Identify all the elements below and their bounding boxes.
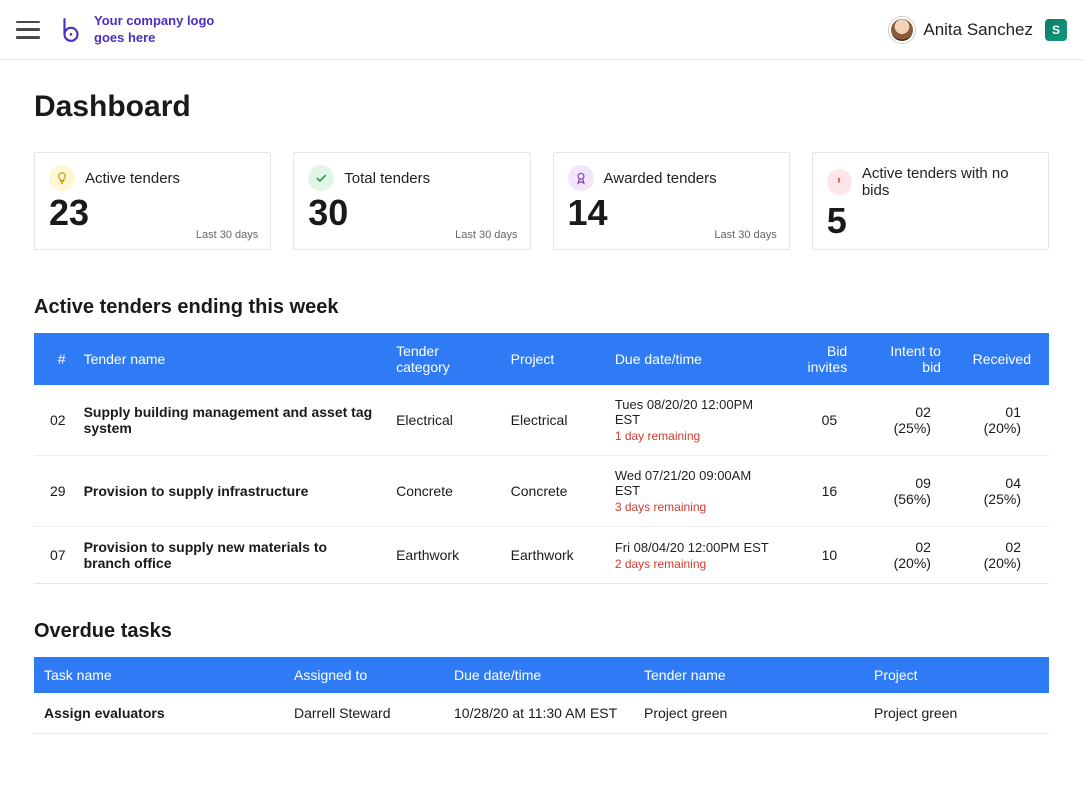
top-bar: Your company logo goes here Anita Sanche… — [0, 0, 1083, 60]
cell-cat: Earthwork — [386, 527, 501, 584]
cell-intent: 02 (25%) — [865, 385, 959, 456]
section-active-tenders: Active tenders ending this week — [34, 296, 1049, 319]
cell-due: Fri 08/04/20 12:00PM EST2 days remaining — [605, 527, 782, 584]
user-name[interactable]: Anita Sanchez — [923, 20, 1033, 40]
col-invites[interactable]: Bid invites — [782, 333, 865, 385]
cell-project: Earthwork — [501, 527, 605, 584]
table-row[interactable]: Assign evaluatorsDarrell Steward10/28/20… — [34, 693, 1049, 734]
card-sub: Last 30 days — [196, 229, 258, 241]
cell-tender: Project green — [634, 693, 864, 734]
card-value: 23 — [49, 195, 256, 231]
card-value: 14 — [568, 195, 775, 231]
cell-due: Wed 07/21/20 09:00AM EST3 days remaining — [605, 456, 782, 527]
card-label: Active tenders — [85, 170, 180, 187]
card-value: 30 — [308, 195, 515, 231]
cell-assigned: Darrell Steward — [284, 693, 444, 734]
menu-button[interactable] — [16, 21, 40, 39]
card-sub: Last 30 days — [455, 229, 517, 241]
alert-icon — [827, 169, 852, 195]
cell-invites: 10 — [782, 527, 865, 584]
col-name[interactable]: Tender name — [74, 333, 387, 385]
cell-received: 02 (20%) — [959, 527, 1049, 584]
table-row[interactable]: 02Supply building management and asset t… — [34, 385, 1049, 456]
cell-name: Supply building management and asset tag… — [74, 385, 387, 456]
cell-num: 02 — [34, 385, 74, 456]
cell-invites: 05 — [782, 385, 865, 456]
card-total-tenders[interactable]: Total tenders 30 Last 30 days — [293, 152, 530, 250]
lightbulb-icon — [49, 165, 75, 191]
col-assigned[interactable]: Assigned to — [284, 657, 444, 693]
table-row[interactable]: 07Provision to supply new materials to b… — [34, 527, 1049, 584]
col-due[interactable]: Due date/time — [444, 657, 634, 693]
cell-task: Assign evaluators — [34, 693, 284, 734]
overdue-tasks-table: Task name Assigned to Due date/time Tend… — [34, 657, 1049, 734]
card-active-tenders[interactable]: Active tenders 23 Last 30 days — [34, 152, 271, 250]
check-icon — [308, 165, 334, 191]
cell-received: 01 (20%) — [959, 385, 1049, 456]
table-row[interactable]: 29Provision to supply infrastructureConc… — [34, 456, 1049, 527]
cell-intent: 09 (56%) — [865, 456, 959, 527]
page-content: Dashboard Active tenders 23 Last 30 days… — [0, 60, 1083, 790]
section-overdue-tasks: Overdue tasks — [34, 620, 1049, 643]
award-icon — [568, 165, 594, 191]
cell-cat: Concrete — [386, 456, 501, 527]
sharepoint-icon[interactable]: S — [1045, 19, 1067, 41]
card-awarded-tenders[interactable]: Awarded tenders 14 Last 30 days — [553, 152, 790, 250]
cell-project: Electrical — [501, 385, 605, 456]
cell-num: 07 — [34, 527, 74, 584]
page-title: Dashboard — [34, 90, 1049, 124]
card-label: Total tenders — [344, 170, 430, 187]
col-cat[interactable]: Tender category — [386, 333, 501, 385]
col-num[interactable]: # — [34, 333, 74, 385]
cell-project: Project green — [864, 693, 1049, 734]
cell-project: Concrete — [501, 456, 605, 527]
logo-mark-icon — [58, 17, 84, 43]
avatar[interactable] — [889, 17, 915, 43]
col-project[interactable]: Project — [864, 657, 1049, 693]
cell-name: Provision to supply new materials to bra… — [74, 527, 387, 584]
cell-due: Tues 08/20/20 12:00PM EST1 day remaining — [605, 385, 782, 456]
col-project[interactable]: Project — [501, 333, 605, 385]
cell-intent: 02 (20%) — [865, 527, 959, 584]
card-label: Active tenders with no bids — [862, 165, 1034, 199]
cell-due: 10/28/20 at 11:30 AM EST — [444, 693, 634, 734]
logo[interactable]: Your company logo goes here — [58, 13, 214, 46]
table-header-row: Task name Assigned to Due date/time Tend… — [34, 657, 1049, 693]
stat-cards: Active tenders 23 Last 30 days Total ten… — [34, 152, 1049, 250]
cell-cat: Electrical — [386, 385, 501, 456]
col-task[interactable]: Task name — [34, 657, 284, 693]
active-tenders-table: # Tender name Tender category Project Du… — [34, 333, 1049, 584]
col-received[interactable]: Received — [959, 333, 1049, 385]
cell-invites: 16 — [782, 456, 865, 527]
logo-text: Your company logo goes here — [94, 13, 214, 46]
col-intent[interactable]: Intent to bid — [865, 333, 959, 385]
card-label: Awarded tenders — [604, 170, 717, 187]
cell-num: 29 — [34, 456, 74, 527]
card-value: 5 — [827, 203, 1034, 239]
card-sub: Last 30 days — [714, 229, 776, 241]
card-no-bids[interactable]: Active tenders with no bids 5 — [812, 152, 1049, 250]
col-due[interactable]: Due date/time — [605, 333, 782, 385]
col-tender[interactable]: Tender name — [634, 657, 864, 693]
cell-name: Provision to supply infrastructure — [74, 456, 387, 527]
cell-received: 04 (25%) — [959, 456, 1049, 527]
table-header-row: # Tender name Tender category Project Du… — [34, 333, 1049, 385]
